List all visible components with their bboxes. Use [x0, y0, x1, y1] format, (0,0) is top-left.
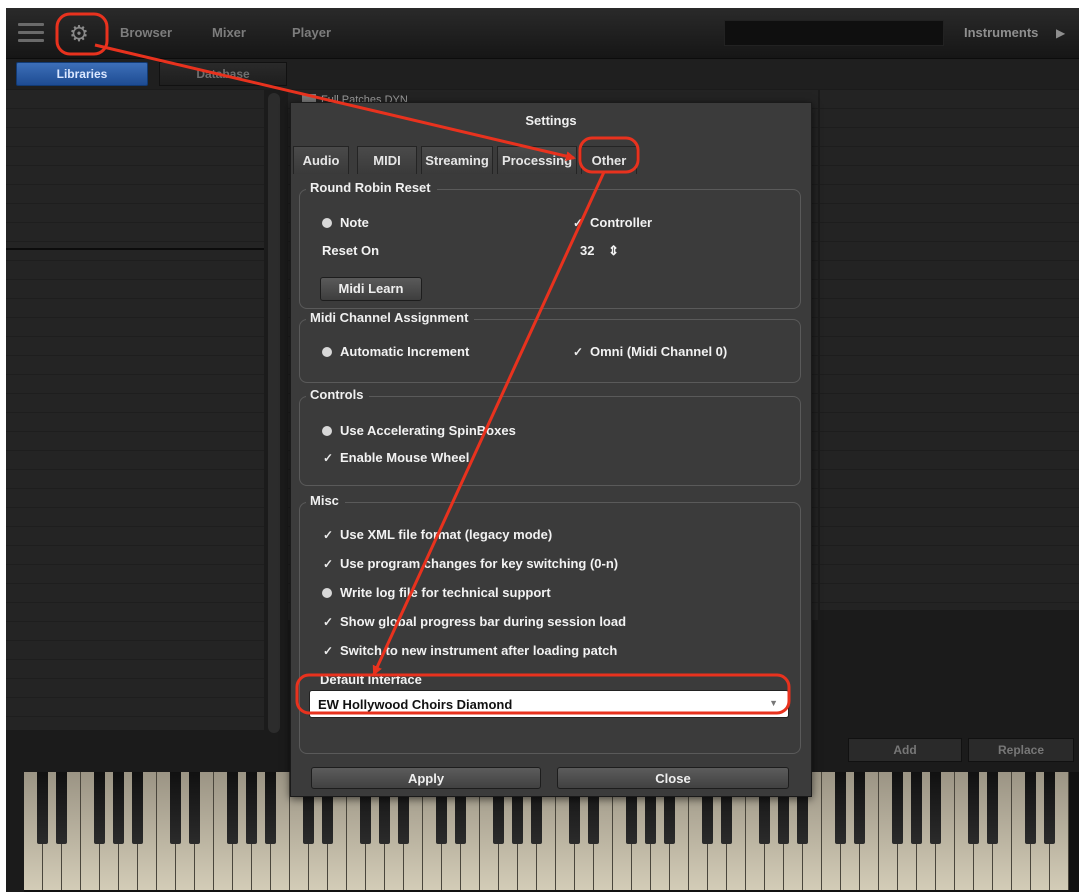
- option-label: Omni (Midi Channel 0): [590, 344, 728, 359]
- default-interface-select[interactable]: EW Hollywood Choirs Diamond ▼: [309, 690, 789, 718]
- tab-midi[interactable]: MIDI: [357, 146, 417, 174]
- check-icon: ✓: [322, 557, 334, 571]
- midi-channel-group: Midi Channel Assignment Automatic Increm…: [299, 310, 801, 383]
- play-arrow-icon[interactable]: ▶: [1056, 8, 1065, 58]
- database-tab[interactable]: Database: [159, 62, 287, 86]
- panel-divider[interactable]: [6, 248, 264, 250]
- black-key[interactable]: [911, 772, 922, 844]
- black-key[interactable]: [835, 772, 846, 844]
- app-window: ⚙ Browser Mixer Player Instruments ▶ Lib…: [6, 8, 1079, 892]
- libraries-tab[interactable]: Libraries: [16, 62, 148, 86]
- black-key[interactable]: [892, 772, 903, 844]
- black-key[interactable]: [227, 772, 238, 844]
- default-interface-label: Default Interface: [320, 672, 422, 687]
- black-key[interactable]: [930, 772, 941, 844]
- black-key[interactable]: [1025, 772, 1036, 844]
- option-label: Controller: [590, 215, 653, 230]
- black-key[interactable]: [854, 772, 865, 844]
- reset-on-spinbox[interactable]: 32 ⇕: [580, 243, 619, 259]
- tab-audio[interactable]: Audio: [293, 146, 349, 174]
- option-label: Show global progress bar during session …: [340, 614, 627, 629]
- option-label: Automatic Increment: [340, 344, 470, 359]
- check-icon: ✓: [572, 216, 584, 230]
- reset-on-label: Reset On: [322, 243, 380, 258]
- black-key[interactable]: [37, 772, 48, 844]
- radio-icon: [322, 218, 332, 228]
- hamburger-icon[interactable]: [18, 23, 44, 43]
- group-title: Misc: [306, 493, 345, 508]
- add-button[interactable]: Add: [848, 738, 962, 762]
- tab-other[interactable]: Other: [581, 146, 637, 174]
- close-button[interactable]: Close: [557, 767, 789, 789]
- group-title: Midi Channel Assignment: [306, 310, 475, 325]
- log-file-checkbox[interactable]: Write log file for technical support: [322, 585, 551, 600]
- instruments-button[interactable]: Instruments: [964, 8, 1038, 58]
- check-icon: ✓: [322, 615, 334, 629]
- check-icon: ✓: [572, 345, 584, 359]
- option-label: Note: [340, 215, 369, 230]
- black-key[interactable]: [987, 772, 998, 844]
- group-title: Round Robin Reset: [306, 180, 437, 195]
- scrollbar[interactable]: [268, 93, 280, 733]
- settings-dialog: Settings Audio MIDI Streaming Processing…: [290, 102, 812, 797]
- spin-arrows-icon[interactable]: ⇕: [608, 243, 619, 258]
- xml-format-checkbox[interactable]: ✓ Use XML file format (legacy mode): [322, 527, 552, 542]
- progress-bar-checkbox[interactable]: ✓ Show global progress bar during session…: [322, 614, 626, 629]
- check-icon: ✓: [322, 644, 334, 658]
- automatic-increment-radio[interactable]: Automatic Increment: [322, 344, 469, 359]
- spinbox-value: 32: [580, 243, 595, 258]
- replace-button[interactable]: Replace: [968, 738, 1074, 762]
- radio-icon: [322, 588, 332, 598]
- tab-browser[interactable]: Browser: [120, 8, 172, 58]
- option-label: Switch to new instrument after loading p…: [340, 643, 618, 658]
- black-key[interactable]: [968, 772, 979, 844]
- tab-player[interactable]: Player: [292, 8, 331, 58]
- option-label: Use XML file format (legacy mode): [340, 527, 553, 542]
- check-icon: ✓: [322, 528, 334, 542]
- option-label: Use Accelerating SpinBoxes: [340, 423, 516, 438]
- omni-radio[interactable]: ✓ Omni (Midi Channel 0): [572, 344, 727, 359]
- black-key[interactable]: [113, 772, 124, 844]
- top-bar: ⚙ Browser Mixer Player Instruments ▶: [6, 8, 1079, 59]
- select-value: EW Hollywood Choirs Diamond: [318, 697, 513, 712]
- check-icon: ✓: [322, 451, 334, 465]
- black-key[interactable]: [265, 772, 276, 844]
- note-radio[interactable]: Note: [322, 215, 369, 230]
- controls-group: Controls Use Accelerating SpinBoxes ✓ Ena…: [299, 387, 801, 486]
- library-list[interactable]: [6, 90, 264, 730]
- radio-icon: [322, 426, 332, 436]
- controller-radio[interactable]: ✓ Controller: [572, 215, 652, 230]
- black-key[interactable]: [1044, 772, 1055, 844]
- gear-icon[interactable]: ⚙: [64, 20, 94, 48]
- tab-mixer[interactable]: Mixer: [212, 8, 246, 58]
- black-key[interactable]: [56, 772, 67, 844]
- mouse-wheel-checkbox[interactable]: ✓ Enable Mouse Wheel: [322, 450, 469, 465]
- accelerating-spinboxes-checkbox[interactable]: Use Accelerating SpinBoxes: [322, 423, 516, 438]
- chevron-down-icon: ▼: [769, 698, 778, 708]
- status-field: [724, 20, 944, 46]
- switch-instrument-checkbox[interactable]: ✓ Switch to new instrument after loading …: [322, 643, 617, 658]
- black-key[interactable]: [132, 772, 143, 844]
- sub-tab-bar: Libraries Database: [6, 59, 1079, 89]
- black-key[interactable]: [246, 772, 257, 844]
- option-label: Write log file for technical support: [340, 585, 551, 600]
- group-title: Controls: [306, 387, 370, 402]
- black-key[interactable]: [189, 772, 200, 844]
- option-label: Enable Mouse Wheel: [340, 450, 470, 465]
- midi-learn-button[interactable]: Midi Learn: [320, 277, 422, 301]
- dialog-title: Settings: [525, 113, 577, 128]
- tab-streaming[interactable]: Streaming: [421, 146, 493, 174]
- instrument-list[interactable]: [820, 90, 1079, 610]
- black-key[interactable]: [170, 772, 181, 844]
- black-key[interactable]: [94, 772, 105, 844]
- round-robin-group: Round Robin Reset Note ✓ Controller Reset…: [299, 180, 801, 309]
- radio-icon: [322, 347, 332, 357]
- tab-processing[interactable]: Processing: [497, 146, 577, 174]
- apply-button[interactable]: Apply: [311, 767, 541, 789]
- option-label: Use program changes for key switching (0…: [340, 556, 619, 571]
- program-changes-checkbox[interactable]: ✓ Use program changes for key switching (…: [322, 556, 618, 571]
